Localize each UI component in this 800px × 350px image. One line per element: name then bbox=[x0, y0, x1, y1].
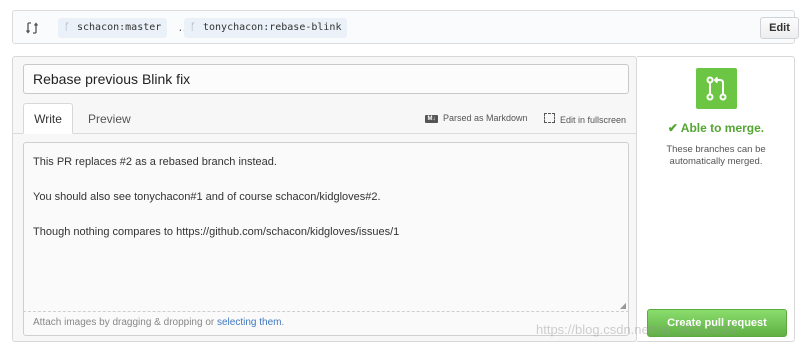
base-branch-label: schacon:master bbox=[77, 22, 162, 33]
fullscreen-label: Edit in fullscreen bbox=[560, 115, 627, 125]
resize-grip-icon[interactable]: ◢ bbox=[620, 301, 626, 310]
pull-request-icon bbox=[696, 68, 737, 109]
edit-button[interactable]: Edit bbox=[760, 17, 799, 39]
select-files-link[interactable]: selecting them bbox=[217, 317, 281, 328]
tab-write[interactable]: Write bbox=[23, 103, 73, 134]
branch-compare-bar: ᚴschacon:master … ᚴtonychacon:rebase-bli… bbox=[12, 10, 799, 44]
tab-preview[interactable]: Preview bbox=[88, 112, 131, 126]
merge-description: These branches can be automatically merg… bbox=[666, 144, 766, 167]
compare-icon bbox=[25, 22, 39, 34]
body-line: You should also see tonychacon#1 and of … bbox=[33, 191, 381, 203]
markdown-icon: M↓ bbox=[425, 115, 438, 123]
body-textarea[interactable]: This PR replaces #2 as a rebased branch … bbox=[23, 142, 629, 312]
branch-icon: ᚴ bbox=[190, 22, 196, 33]
attach-suffix: . bbox=[281, 317, 285, 328]
merge-status: ✔ Able to merge. bbox=[667, 121, 765, 135]
tab-divider bbox=[12, 133, 637, 134]
body-line: Though nothing compares to https://githu… bbox=[33, 226, 400, 238]
markdown-hint[interactable]: M↓ Parsed as Markdown bbox=[425, 113, 528, 123]
markdown-label: Parsed as Markdown bbox=[443, 113, 528, 123]
branch-icon: ᚴ bbox=[64, 22, 70, 33]
title-input[interactable]: Rebase previous Blink fix bbox=[23, 64, 629, 94]
fullscreen-icon bbox=[544, 113, 555, 123]
watermark: https://blog.csdn.net/qq_30216635 bbox=[536, 322, 736, 337]
base-branch-selector[interactable]: ᚴ schacon:master bbox=[58, 18, 168, 38]
head-branch-label: tonychacon:rebase-blink bbox=[203, 22, 342, 33]
attach-text: Attach images by dragging & dropping or bbox=[33, 317, 217, 328]
head-branch-selector[interactable]: ᚴ tonychacon:rebase-blink bbox=[184, 18, 348, 38]
body-line: This PR replaces #2 as a rebased branch … bbox=[33, 156, 277, 168]
fullscreen-button[interactable]: Edit in fullscreen bbox=[544, 113, 626, 125]
